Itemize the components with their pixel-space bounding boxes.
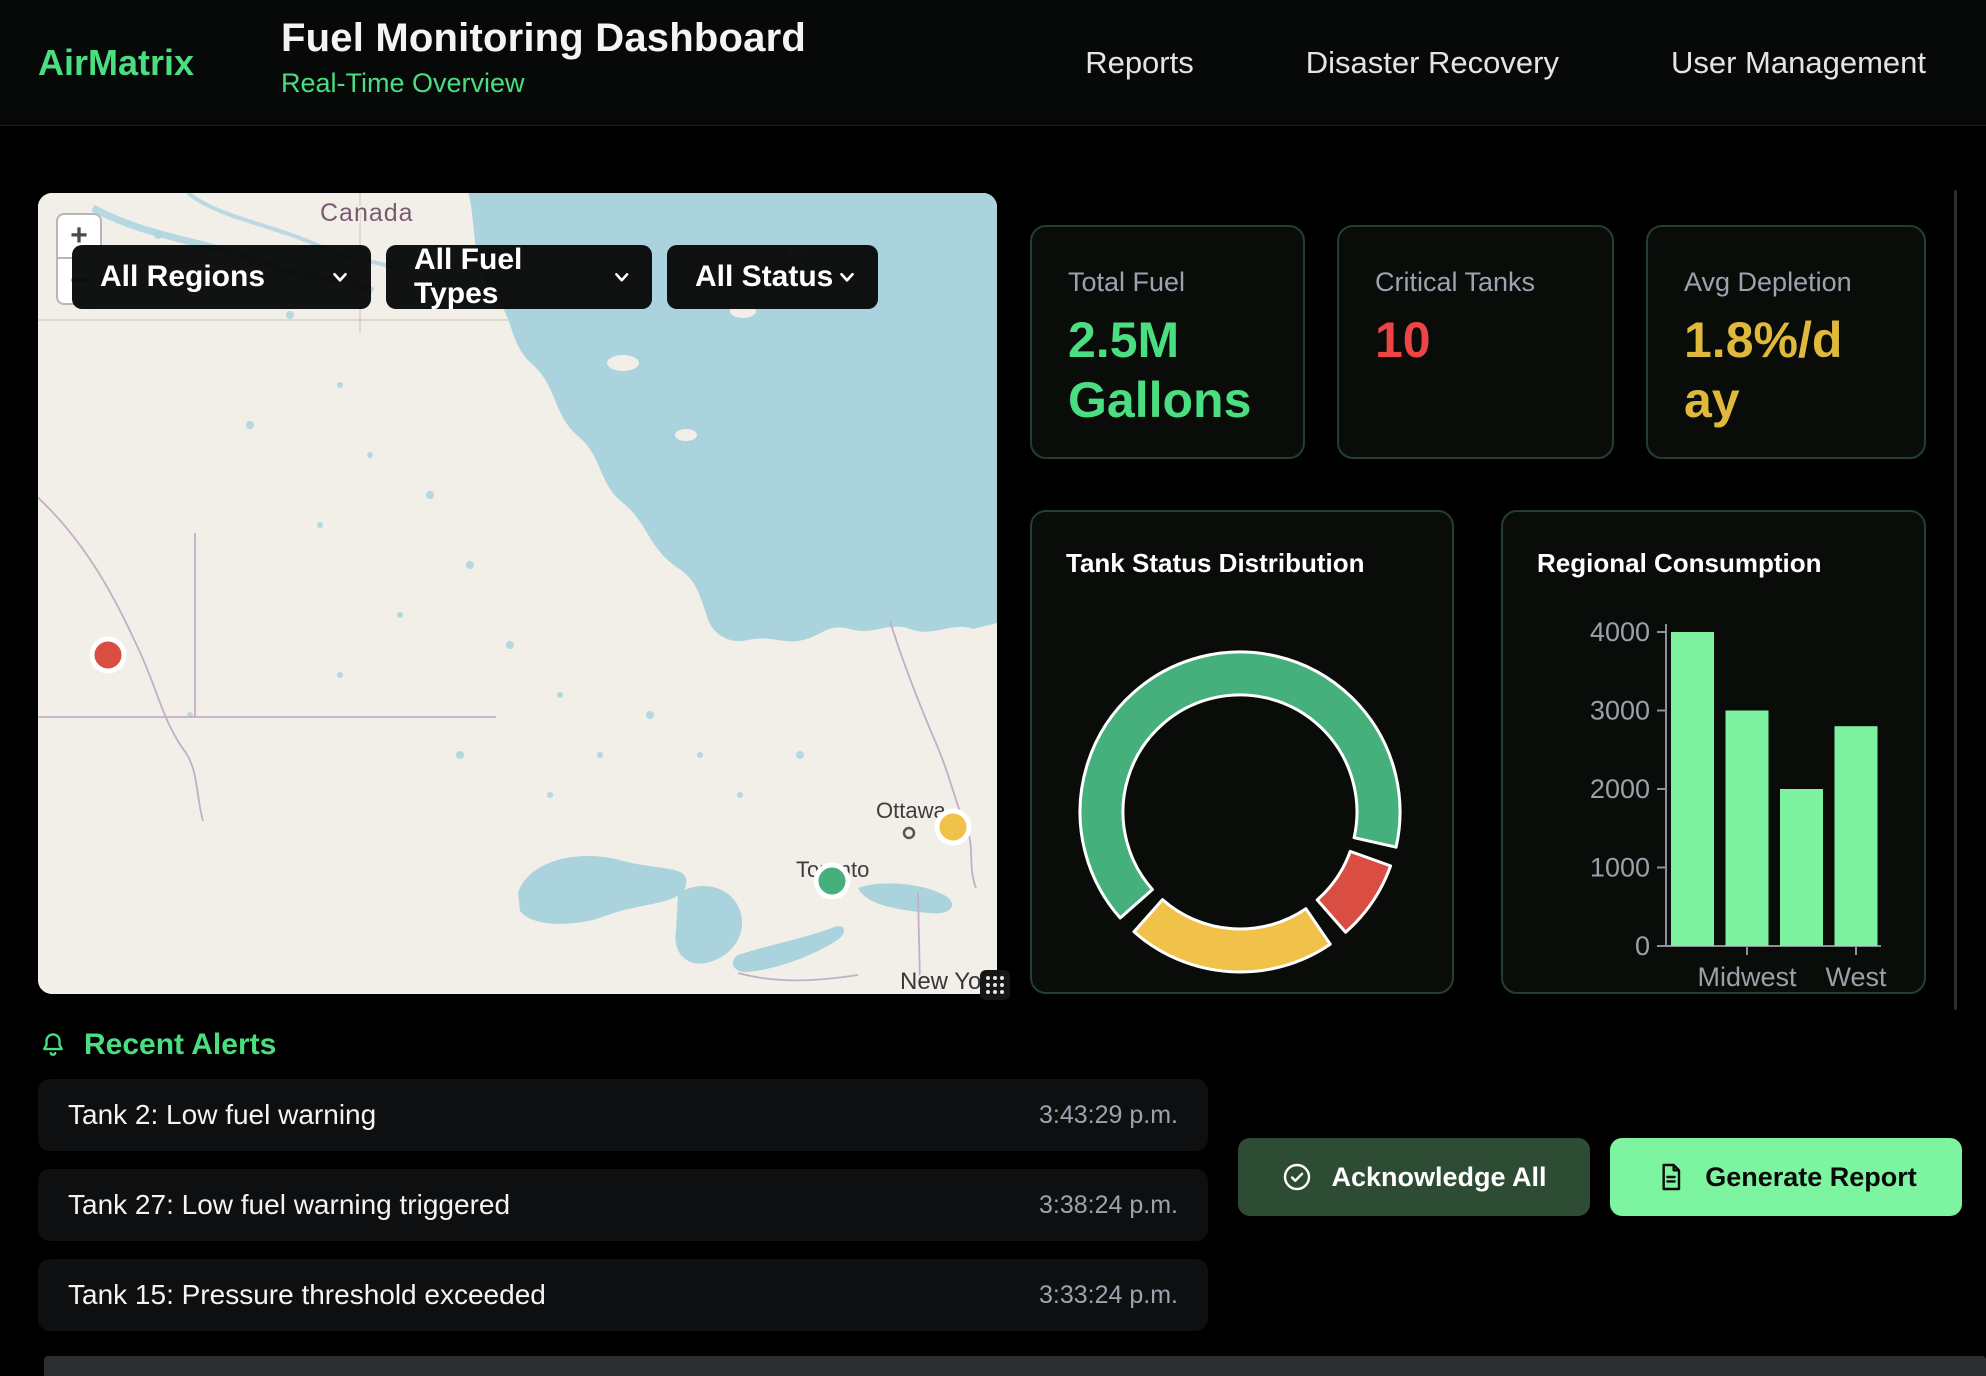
- x-tick-label: West: [1825, 962, 1887, 992]
- stat-card-avg-depletion: Avg Depletion 1.8%/day: [1646, 225, 1926, 459]
- alert-time: 3:38:24 p.m.: [1039, 1191, 1178, 1220]
- check-circle-icon: [1281, 1161, 1313, 1193]
- y-tick-label: 1000: [1590, 853, 1650, 883]
- alert-row[interactable]: Tank 27: Low fuel warning triggered 3:38…: [38, 1169, 1208, 1241]
- town-dot-icon: [904, 828, 914, 838]
- alert-message: Tank 15: Pressure threshold exceeded: [68, 1279, 546, 1311]
- page-title: Fuel Monitoring Dashboard: [281, 16, 806, 61]
- document-icon: [1655, 1161, 1687, 1193]
- regional-consumption-card: Regional Consumption 01000200030004000Mi…: [1501, 510, 1926, 994]
- drag-dots-icon: [984, 974, 1006, 996]
- regional-consumption-bar-chart: 0 1000 2000 3000 4000 Midwest West: [1503, 512, 1928, 996]
- donut-segment-warning: [1134, 900, 1330, 972]
- nav-disaster-recovery[interactable]: Disaster Recovery: [1306, 45, 1559, 81]
- stat-label: Critical Tanks: [1375, 267, 1612, 298]
- stat-value-avg-depletion: 1.8%/day: [1684, 310, 1869, 430]
- stat-value-total-fuel: 2.5M Gallons: [1068, 310, 1253, 430]
- stat-label: Total Fuel: [1068, 267, 1303, 298]
- tank-status-donut-chart: [1070, 642, 1410, 982]
- alert-message: Tank 2: Low fuel warning: [68, 1099, 376, 1131]
- fuel-type-filter-dropdown[interactable]: All Fuel Types: [386, 245, 652, 309]
- stat-card-total-fuel: Total Fuel 2.5M Gallons: [1030, 225, 1305, 459]
- alert-time: 3:43:29 p.m.: [1039, 1101, 1178, 1130]
- acknowledge-all-label: Acknowledge All: [1331, 1162, 1546, 1193]
- vertical-scrollbar[interactable]: [1954, 190, 1957, 1010]
- map-filters: All Regions All Fuel Types All Status: [72, 245, 878, 309]
- alert-row[interactable]: Tank 2: Low fuel warning 3:43:29 p.m.: [38, 1079, 1208, 1151]
- stat-value-critical-tanks: 10: [1375, 310, 1560, 370]
- region-filter-value: All Regions: [100, 260, 265, 294]
- map-label-ottawa: Ottawa: [876, 798, 946, 823]
- donut-chart-title: Tank Status Distribution: [1066, 548, 1365, 579]
- y-tick-label: 3000: [1590, 696, 1650, 726]
- top-bar: AirMatrix Fuel Monitoring Dashboard Real…: [0, 0, 1986, 126]
- map-marker-warning[interactable]: [937, 811, 969, 843]
- stat-label: Avg Depletion: [1684, 267, 1924, 298]
- chevron-down-icon: [836, 266, 858, 288]
- bell-icon: [38, 1030, 68, 1060]
- y-tick-label: 4000: [1590, 617, 1650, 647]
- map-label-canada: Canada: [320, 199, 414, 227]
- map-resize-handle[interactable]: [980, 970, 1010, 1000]
- title-block: Fuel Monitoring Dashboard Real-Time Over…: [281, 16, 806, 99]
- y-tick-label: 2000: [1590, 774, 1650, 804]
- y-tick-label: 0: [1635, 931, 1650, 961]
- main-nav: Reports Disaster Recovery User Managemen…: [1085, 0, 1926, 125]
- status-filter-value: All Status: [695, 260, 833, 294]
- page-subtitle: Real-Time Overview: [281, 68, 806, 99]
- region-filter-dropdown[interactable]: All Regions: [72, 245, 371, 309]
- x-tick-label: Midwest: [1697, 962, 1797, 992]
- map-marker-critical[interactable]: [92, 639, 124, 671]
- nav-reports[interactable]: Reports: [1085, 45, 1194, 81]
- map-panel[interactable]: Canada Ottawa Toronto New York + − All R…: [38, 193, 997, 994]
- generate-report-label: Generate Report: [1705, 1162, 1917, 1193]
- acknowledge-all-button[interactable]: Acknowledge All: [1238, 1138, 1590, 1216]
- alert-time: 3:33:24 p.m.: [1039, 1281, 1178, 1310]
- horizontal-scrollbar[interactable]: [44, 1356, 1986, 1376]
- bar-1: [1726, 711, 1769, 947]
- map-marker-normal[interactable]: [816, 865, 848, 897]
- status-filter-dropdown[interactable]: All Status: [667, 245, 878, 309]
- donut-segment-critical: [1317, 851, 1390, 932]
- bar-3: [1835, 726, 1878, 946]
- fuel-type-filter-value: All Fuel Types: [414, 243, 611, 311]
- stat-card-critical-tanks: Critical Tanks 10: [1337, 225, 1614, 459]
- nav-user-management[interactable]: User Management: [1671, 45, 1926, 81]
- generate-report-button[interactable]: Generate Report: [1610, 1138, 1962, 1216]
- bar-2: [1780, 789, 1823, 946]
- recent-alerts-heading: Recent Alerts: [38, 1028, 276, 1062]
- recent-alerts-title: Recent Alerts: [84, 1028, 276, 1062]
- alert-row[interactable]: Tank 15: Pressure threshold exceeded 3:3…: [38, 1259, 1208, 1331]
- chevron-down-icon: [611, 266, 632, 288]
- map-canvas[interactable]: Canada Ottawa Toronto New York: [38, 193, 997, 994]
- tank-status-card: Tank Status Distribution: [1030, 510, 1454, 994]
- bar-0: [1671, 632, 1714, 946]
- chevron-down-icon: [329, 266, 351, 288]
- app-logo[interactable]: AirMatrix: [38, 42, 194, 84]
- alert-message: Tank 27: Low fuel warning triggered: [68, 1189, 510, 1221]
